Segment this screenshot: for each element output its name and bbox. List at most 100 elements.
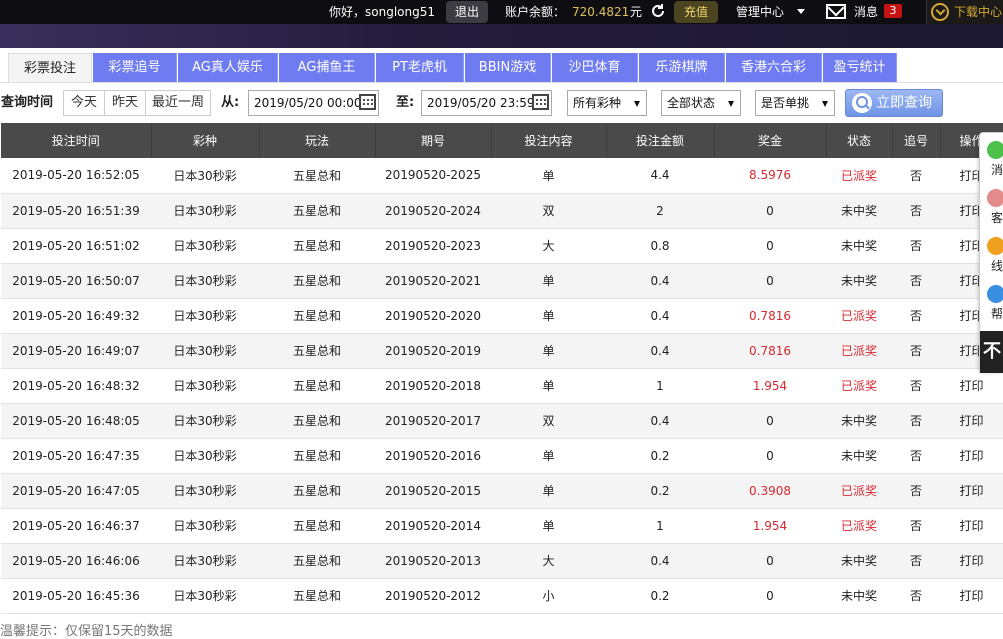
status-cell: 已派奖 (826, 508, 892, 544)
prize-cell: 0 (714, 578, 826, 614)
amount-cell: 0.2 (606, 438, 714, 474)
tab-hk-marksix[interactable]: 香港六合彩 (726, 53, 822, 83)
bet-time-cell: 2019-05-20 16:51:39 (1, 193, 151, 229)
tab-ag-live[interactable]: AG真人娱乐 (178, 53, 278, 83)
play-cell: 五星总和 (259, 158, 375, 194)
play-cell: 五星总和 (259, 263, 375, 299)
col-issue[interactable]: 期号 (375, 123, 492, 158)
prize-cell: 0 (714, 543, 826, 579)
status-cell: 已派奖 (826, 333, 892, 369)
content-cell: 单 (491, 508, 606, 544)
lottery-cell: 日本30秒彩 (151, 438, 259, 474)
float-top-button[interactable]: 不 (980, 331, 1003, 373)
print-link[interactable]: 打印 (940, 508, 1003, 544)
lottery-cell: 日本30秒彩 (151, 578, 259, 614)
status-cell: 未中奖 (826, 403, 892, 439)
calendar-icon[interactable] (532, 94, 549, 110)
print-link[interactable]: 打印 (940, 438, 1003, 474)
bet-time-cell: 2019-05-20 16:49:32 (1, 298, 151, 334)
float-help-item[interactable]: 帮 (982, 281, 1003, 327)
col-chase[interactable]: 追号 (892, 123, 941, 158)
status-select[interactable]: 全部状态 (661, 90, 741, 116)
tab-ag-fishing[interactable]: AG捕鱼王 (279, 53, 375, 83)
tab-bbin[interactable]: BBIN游戏 (465, 53, 551, 83)
last-week-button[interactable]: 最近一周 (145, 90, 211, 116)
refresh-icon[interactable] (650, 3, 666, 19)
lottery-cell: 日本30秒彩 (151, 298, 259, 334)
user-greeting: 你好，songlong51 (329, 5, 435, 19)
download-center-label: 下载中心 (954, 5, 1003, 19)
content-cell: 单 (491, 298, 606, 334)
col-play[interactable]: 玩法 (259, 123, 376, 158)
tab-profit-stats[interactable]: 盈亏统计 (823, 53, 897, 83)
float-service-panel: 消 客 线 帮 不 (979, 132, 1003, 373)
tab-lottery-chase[interactable]: 彩票追号 (93, 53, 177, 83)
tab-lottery-bet[interactable]: 彩票投注 (8, 53, 92, 83)
play-cell: 五星总和 (259, 333, 375, 369)
col-bet-time[interactable]: 投注时间 (1, 123, 152, 158)
manage-center-menu[interactable]: 管理中心 (736, 0, 784, 24)
logout-button[interactable]: 退出 (446, 1, 488, 23)
recharge-button[interactable]: 充值 (674, 1, 718, 23)
tab-pt-slots[interactable]: PT老虎机 (376, 53, 464, 83)
messages-link[interactable]: 消息 (854, 0, 878, 24)
chase-cell: 否 (892, 193, 940, 229)
col-amount[interactable]: 投注金额 (606, 123, 715, 158)
bet-records-table: 投注时间 彩种 玩法 期号 投注内容 投注金额 奖金 状态 追号 操作 2019… (1, 123, 1003, 614)
bet-time-cell: 2019-05-20 16:47:35 (1, 438, 151, 474)
float-chat-item[interactable]: 消 (982, 137, 1003, 183)
balance-value: 720.4821 (572, 5, 630, 19)
download-center-button[interactable]: 下载中心 (926, 0, 1003, 24)
status-cell: 未中奖 (826, 578, 892, 614)
content-cell: 单 (491, 333, 606, 369)
chase-cell: 否 (892, 473, 940, 509)
tab-saba-sports[interactable]: 沙巴体育 (552, 53, 638, 83)
prize-cell: 0.3908 (714, 473, 826, 509)
content-cell: 双 (491, 193, 606, 229)
print-link[interactable]: 打印 (940, 368, 1003, 404)
help-icon (987, 285, 1003, 303)
calendar-icon[interactable] (359, 94, 376, 110)
bet-time-cell: 2019-05-20 16:50:07 (1, 263, 151, 299)
content-cell: 单 (491, 473, 606, 509)
single-pick-select[interactable]: 是否单挑 (755, 90, 835, 116)
table-row: 2019-05-20 16:45:36 日本30秒彩 五星总和 20190520-20… (1, 578, 1003, 614)
float-line-item[interactable]: 线 (982, 233, 1003, 279)
play-cell: 五星总和 (259, 298, 375, 334)
col-lottery[interactable]: 彩种 (151, 123, 260, 158)
mail-icon[interactable] (826, 4, 846, 19)
issue-cell: 20190520-2024 (375, 193, 491, 229)
table-row: 2019-05-20 16:51:39 日本30秒彩 五星总和 20190520-20… (1, 193, 1003, 229)
table-row: 2019-05-20 16:47:05 日本30秒彩 五星总和 20190520-20… (1, 473, 1003, 509)
amount-cell: 0.4 (606, 333, 714, 369)
amount-cell: 4.4 (606, 158, 714, 194)
table-row: 2019-05-20 16:52:05 日本30秒彩 五星总和 20190520-20… (1, 158, 1003, 194)
bet-time-cell: 2019-05-20 16:48:05 (1, 403, 151, 439)
status-cell: 已派奖 (826, 368, 892, 404)
retention-tip: 温馨提示：仅保留15天的数据 (0, 624, 173, 639)
top-bar: 你好，songlong51 退出 账户余额： 720.4821 元 充值 管理中… (0, 0, 1003, 48)
table-header-row: 投注时间 彩种 玩法 期号 投注内容 投注金额 奖金 状态 追号 操作 (1, 123, 1003, 158)
print-link[interactable]: 打印 (940, 578, 1003, 614)
col-content[interactable]: 投注内容 (491, 123, 607, 158)
play-cell: 五星总和 (259, 368, 375, 404)
tab-leyou-chess[interactable]: 乐游棋牌 (639, 53, 725, 83)
table-row: 2019-05-20 16:51:02 日本30秒彩 五星总和 20190520-20… (1, 228, 1003, 264)
prize-cell: 0 (714, 228, 826, 264)
search-button[interactable]: 立即查询 (845, 89, 943, 117)
lottery-cell: 日本30秒彩 (151, 368, 259, 404)
col-status[interactable]: 状态 (826, 123, 893, 158)
print-link[interactable]: 打印 (940, 473, 1003, 509)
yesterday-button[interactable]: 昨天 (104, 90, 146, 116)
print-link[interactable]: 打印 (940, 543, 1003, 579)
play-cell: 五星总和 (259, 578, 375, 614)
status-cell: 未中奖 (826, 543, 892, 579)
table-row: 2019-05-20 16:49:32 日本30秒彩 五星总和 20190520-20… (1, 298, 1003, 334)
today-button[interactable]: 今天 (63, 90, 105, 116)
col-prize[interactable]: 奖金 (714, 123, 827, 158)
lottery-type-select[interactable]: 所有彩种 (567, 90, 647, 116)
status-cell: 已派奖 (826, 158, 892, 194)
print-link[interactable]: 打印 (940, 403, 1003, 439)
float-service-item[interactable]: 客 (982, 185, 1003, 231)
chevron-down-icon[interactable] (797, 9, 805, 14)
